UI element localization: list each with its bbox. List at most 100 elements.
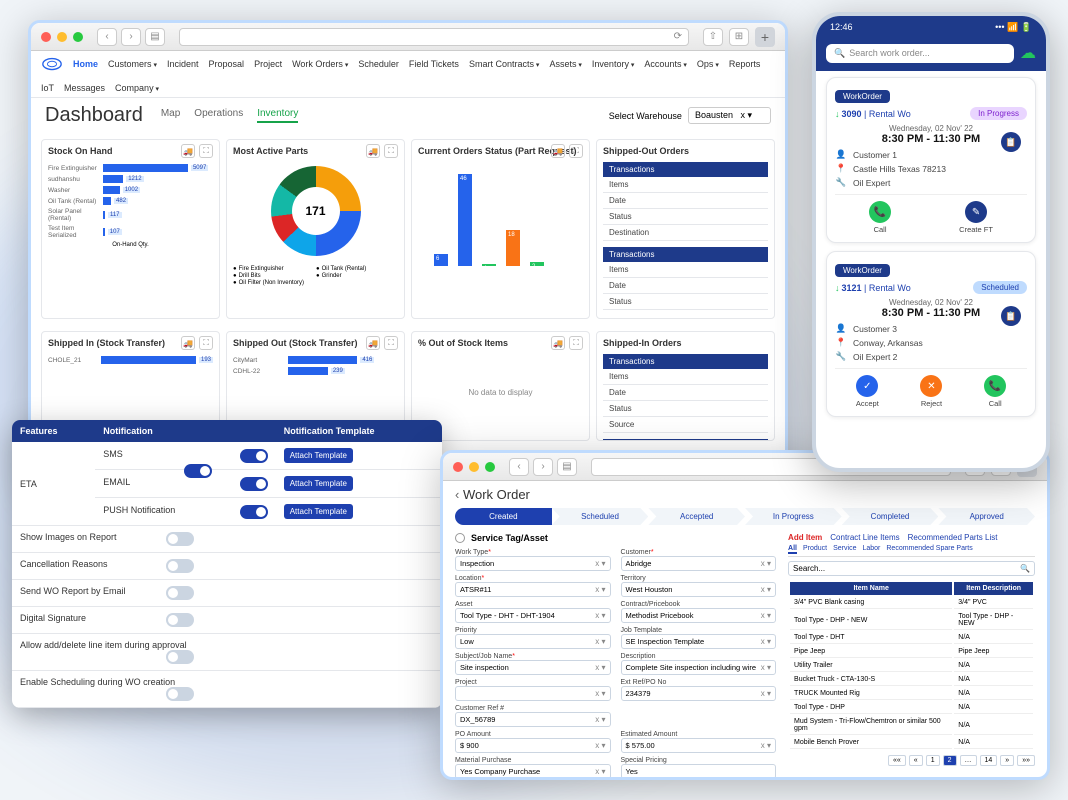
subtab-product[interactable]: Product: [803, 545, 827, 554]
minimize-icon[interactable]: [57, 32, 67, 42]
maximize-icon[interactable]: [73, 32, 83, 42]
reload-icon[interactable]: ⟳: [674, 31, 682, 42]
expand-icon[interactable]: ⛶: [384, 144, 398, 158]
field-input[interactable]: Methodist Pricebookx ▾: [621, 608, 777, 623]
forward-button[interactable]: ›: [121, 28, 141, 46]
field-input[interactable]: 234379x ▾: [621, 686, 777, 701]
toggle-enable-scheduling-during-wo-creation[interactable]: [166, 687, 194, 701]
expand-icon[interactable]: ⛶: [384, 336, 398, 350]
subtab-labor[interactable]: Labor: [862, 545, 880, 554]
detail-button[interactable]: 📋: [1001, 132, 1021, 152]
sidebar-icon[interactable]: ▤: [145, 28, 165, 46]
page-button[interactable]: «: [909, 755, 923, 766]
sidebar-icon[interactable]: ▤: [557, 458, 577, 476]
truck-icon[interactable]: 🚚: [551, 144, 565, 158]
stage-created[interactable]: Created: [455, 508, 552, 525]
action-create-ft[interactable]: ✎Create FT: [959, 201, 993, 234]
tab-contract-line-items[interactable]: Contract Line Items: [830, 533, 899, 542]
toggle-eta[interactable]: [184, 464, 212, 478]
nav-customers[interactable]: Customers: [108, 59, 157, 69]
table-row[interactable]: Bucket Truck - CTA-130-SN/A: [790, 674, 1033, 686]
toggle-cancellation-reasons[interactable]: [166, 559, 194, 573]
nav-assets[interactable]: Assets: [549, 59, 581, 69]
minimize-icon[interactable]: [469, 462, 479, 472]
close-icon[interactable]: [41, 32, 51, 42]
nav-scheduler[interactable]: Scheduler: [358, 59, 399, 69]
nav-smartcontracts[interactable]: Smart Contracts: [469, 59, 540, 69]
field-input[interactable]: Complete Site inspection including wirex…: [621, 660, 777, 675]
page-button[interactable]: »: [1000, 755, 1014, 766]
subtab-map[interactable]: Map: [161, 108, 180, 123]
field-input[interactable]: Abridgex ▾: [621, 556, 777, 571]
nav-home[interactable]: Home: [73, 59, 98, 69]
share-icon[interactable]: ⇧: [703, 28, 723, 46]
nav-iot[interactable]: IoT: [41, 83, 54, 93]
field-input[interactable]: Tool Type - DHT - DHT-1904x ▾: [455, 608, 611, 623]
workorder-card[interactable]: WorkOrder 3121 | Rental WoScheduled Wedn…: [826, 251, 1036, 417]
field-input[interactable]: ATSR#11x ▾: [455, 582, 611, 597]
truck-icon[interactable]: 🚚: [181, 336, 195, 350]
field-input[interactable]: SE Inspection Templatex ▾: [621, 634, 777, 649]
nav-messages[interactable]: Messages: [64, 83, 105, 93]
page-button[interactable]: 2: [943, 755, 957, 766]
subtab-service[interactable]: Service: [833, 545, 856, 554]
warehouse-select[interactable]: Boausten x ▾: [688, 107, 771, 124]
workorder-card[interactable]: WorkOrder 3090 | Rental WoIn Progress We…: [826, 77, 1036, 243]
close-icon[interactable]: [453, 462, 463, 472]
subtab-recommended-spare-parts[interactable]: Recommended Spare Parts: [886, 545, 972, 554]
field-input[interactable]: Lowx ▾: [455, 634, 611, 649]
action-reject[interactable]: ✕Reject: [920, 375, 942, 408]
expand-icon[interactable]: ⛶: [199, 336, 213, 350]
nav-proposal[interactable]: Proposal: [209, 59, 245, 69]
forward-button[interactable]: ›: [533, 458, 553, 476]
action-call[interactable]: 📞Call: [869, 201, 891, 234]
action-accept[interactable]: ✓Accept: [856, 375, 879, 408]
cloud-icon[interactable]: ☁: [1020, 43, 1036, 63]
toggle-allow-add/delete-line-item-during-approval[interactable]: [166, 650, 194, 664]
action-call[interactable]: 📞Call: [984, 375, 1006, 408]
table-row[interactable]: Tool Type - DHPN/A: [790, 702, 1033, 714]
nav-incident[interactable]: Incident: [167, 59, 199, 69]
toggle-digital-signature[interactable]: [166, 613, 194, 627]
toggle-email[interactable]: [240, 477, 268, 491]
table-row[interactable]: Utility TrailerN/A: [790, 660, 1033, 672]
table-row[interactable]: Pipe JeepPipe Jeep: [790, 646, 1033, 658]
field-input[interactable]: Yes Company Purchasex ▾: [455, 764, 611, 779]
detail-button[interactable]: 📋: [1001, 306, 1021, 326]
nav-reports[interactable]: Reports: [729, 59, 761, 69]
stage-approved[interactable]: Approved: [938, 508, 1035, 525]
table-row[interactable]: Tool Type - DHTN/A: [790, 632, 1033, 644]
tab-add-item[interactable]: Add Item: [788, 533, 822, 542]
table-row[interactable]: Mobile Bench ProverN/A: [790, 737, 1033, 749]
field-input[interactable]: $ 900x ▾: [455, 738, 611, 753]
table-row[interactable]: Mud System - Tri-Flow/Chemtron or simila…: [790, 716, 1033, 735]
truck-icon[interactable]: 🚚: [366, 144, 380, 158]
nav-company[interactable]: Company: [115, 83, 159, 93]
stage-in-progress[interactable]: In Progress: [745, 508, 842, 525]
mobile-search[interactable]: 🔍Search work order...: [826, 44, 1014, 63]
tab-recommended-parts-list[interactable]: Recommended Parts List: [908, 533, 998, 542]
subtab-operations[interactable]: Operations: [194, 108, 243, 123]
url-bar[interactable]: ⟳: [179, 28, 689, 46]
toggle-show-images-on-report[interactable]: [166, 532, 194, 546]
table-row[interactable]: Tool Type - DHP - NEWTool Type - DHP - N…: [790, 611, 1033, 630]
expand-icon[interactable]: ⛶: [199, 144, 213, 158]
truck-icon[interactable]: 🚚: [181, 144, 195, 158]
nav-inventory[interactable]: Inventory: [592, 59, 635, 69]
expand-icon[interactable]: ⛶: [569, 336, 583, 350]
page-button[interactable]: »»: [1017, 755, 1035, 766]
subtab-inventory[interactable]: Inventory: [257, 108, 298, 123]
field-input[interactable]: West Houstonx ▾: [621, 582, 777, 597]
table-row[interactable]: TRUCK Mounted RigN/A: [790, 688, 1033, 700]
page-button[interactable]: ««: [888, 755, 906, 766]
stage-accepted[interactable]: Accepted: [648, 508, 745, 525]
nav-ops[interactable]: Ops: [697, 59, 719, 69]
maximize-icon[interactable]: [485, 462, 495, 472]
field-input[interactable]: DX_56789x ▾: [455, 712, 611, 727]
nav-accounts[interactable]: Accounts: [644, 59, 687, 69]
attach-email-button[interactable]: Attach Template: [284, 476, 353, 491]
toggle-sms[interactable]: [240, 449, 268, 463]
toggle-send-wo-report-by-email[interactable]: [166, 586, 194, 600]
page-button[interactable]: 1: [926, 755, 940, 766]
new-tab-button[interactable]: +: [755, 27, 775, 47]
